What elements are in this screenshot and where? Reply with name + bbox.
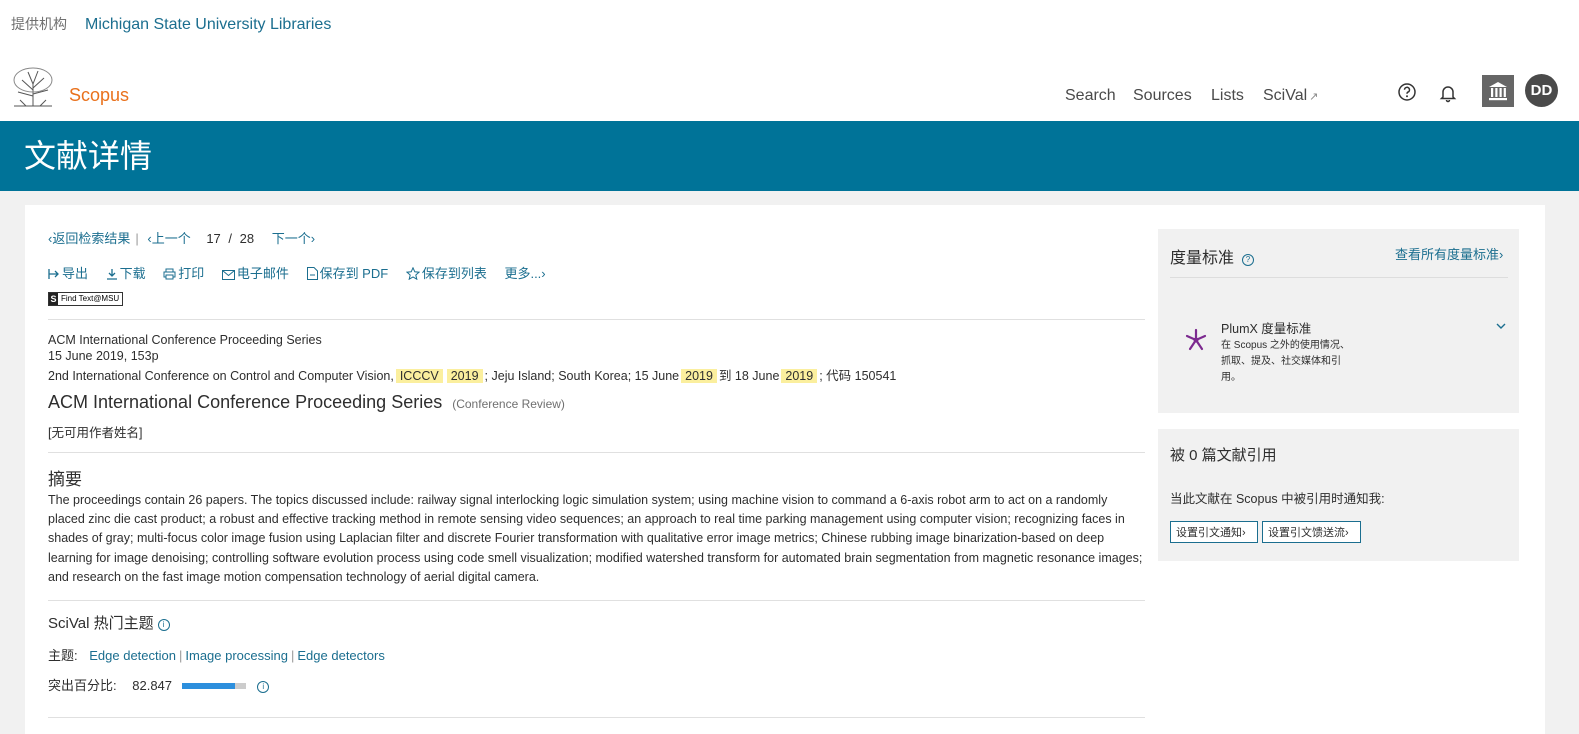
page-banner	[0, 121, 1579, 191]
nav-search[interactable]: Search	[1065, 87, 1116, 105]
abstract-heading: 摘要	[48, 470, 82, 489]
percentile-bar	[181, 683, 246, 689]
cited-by-title: 被 0 篇文献引用	[1170, 447, 1277, 464]
topics-label: 主题:	[48, 648, 78, 663]
source-date-pages: 15 June 2019, 153p	[48, 349, 159, 363]
bell-icon[interactable]	[1438, 83, 1458, 103]
export-icon	[48, 269, 59, 279]
next-link[interactable]: 下一个›	[272, 231, 315, 246]
source-series: ACM International Conference Proceeding …	[48, 333, 322, 347]
plumx-description: 在 Scopus 之外的使用情况、抓取、提及、社交媒体和引用。	[1221, 340, 1350, 383]
export-button[interactable]: 导出	[48, 266, 88, 281]
index-slash: /	[228, 231, 233, 246]
back-to-results-link[interactable]: ‹返回检索结果	[48, 231, 130, 246]
elsevier-tree-icon[interactable]	[10, 66, 56, 108]
citation-alert-notice: 当此文献在 Scopus 中被引用时通知我:	[1170, 492, 1385, 506]
previous-link[interactable]: ‹上一个	[147, 231, 190, 246]
highlight-year: 2019	[446, 369, 483, 383]
user-avatar[interactable]: DD	[1525, 74, 1558, 107]
document-toolbar: 导出 下载 打印 电子邮件 保存到 PDF 保存到列表 更多...›	[48, 263, 560, 282]
divider	[1170, 277, 1508, 278]
metrics-title: 度量标准?	[1170, 244, 1255, 268]
scopus-logo[interactable]: Scopus	[69, 85, 129, 106]
percentile-bar-fill	[181, 683, 235, 689]
nav-lists[interactable]: Lists	[1211, 87, 1244, 105]
institution-icon[interactable]	[1482, 75, 1514, 107]
save-pdf-button[interactable]: 保存到 PDF	[306, 266, 388, 281]
result-navigation: ‹返回检索结果 | ‹上一个 17 / 28 下一个›	[48, 231, 316, 246]
institution-link[interactable]: Michigan State University Libraries	[85, 16, 331, 34]
bank-building-icon	[1489, 82, 1507, 101]
star-icon	[405, 267, 420, 280]
percentile-label: 突出百分比:	[48, 678, 117, 693]
print-button[interactable]: 打印	[163, 266, 204, 281]
percentile-value: 82.847	[132, 678, 173, 693]
save-to-list-button[interactable]: 保存到列表	[405, 266, 487, 281]
document-title: ACM International Conference Proceeding …	[48, 392, 565, 412]
plumx-icon	[1185, 328, 1207, 351]
download-icon	[106, 269, 117, 280]
help-icon[interactable]	[1397, 82, 1417, 102]
email-button[interactable]: 电子邮件	[221, 266, 289, 281]
more-button[interactable]: 更多...›	[504, 266, 545, 281]
scival-heading: SciVal 热门主题 i	[48, 612, 170, 633]
info-icon[interactable]: i	[157, 619, 170, 631]
set-citation-feed-button[interactable]: 设置引文馈送流›	[1262, 521, 1361, 543]
topic-link[interactable]: Edge detection	[89, 648, 176, 663]
print-icon	[163, 268, 176, 280]
divider	[48, 452, 1145, 453]
topic-link[interactable]: Image processing	[185, 648, 288, 663]
view-all-metrics-link[interactable]: 查看所有度量标准›	[1395, 244, 1503, 263]
source-conference: 2nd International Conference on Control …	[48, 369, 897, 383]
pdf-icon	[306, 267, 318, 280]
page-title: 文献详情	[24, 138, 153, 174]
chevron-down-icon[interactable]	[1495, 320, 1507, 332]
highlight-acronym: ICCCV	[395, 369, 443, 383]
total-count: 28	[239, 231, 255, 246]
divider	[48, 600, 1145, 601]
info-icon[interactable]: ?	[1242, 254, 1255, 266]
nav-scival-label: SciVal	[1263, 87, 1308, 104]
document-type: (Conference Review)	[452, 397, 565, 411]
prominence-percentile: 突出百分比: 82.847 i	[48, 675, 270, 694]
download-button[interactable]: 下载	[106, 266, 146, 281]
topic-link[interactable]: Edge detectors	[297, 648, 384, 663]
divider	[48, 717, 1145, 718]
authors: [无可用作者姓名]	[48, 426, 143, 440]
plumx-title: PlumX 度量标准	[1221, 322, 1312, 336]
info-icon[interactable]: i	[257, 681, 270, 693]
topics-row: 主题: Edge detection | Image processing | Edge…	[48, 648, 385, 663]
highlight-year: 2019	[681, 369, 717, 383]
institution-label: 提供机构	[11, 16, 67, 32]
abstract-text: The proceedings contain 26 papers. The t…	[48, 493, 1143, 584]
highlight-year: 2019	[781, 369, 818, 383]
nav-scival[interactable]: SciVal ↗	[1263, 87, 1318, 105]
findtext-msu-button[interactable]: Find Text@MSU	[48, 292, 124, 306]
nav-sources[interactable]: Sources	[1133, 87, 1192, 105]
email-icon	[221, 270, 235, 280]
current-index: 17	[206, 231, 221, 246]
external-link-icon: ↗	[1309, 91, 1319, 103]
divider	[48, 319, 1145, 320]
set-citation-alert-button[interactable]: 设置引文通知›	[1170, 521, 1258, 543]
